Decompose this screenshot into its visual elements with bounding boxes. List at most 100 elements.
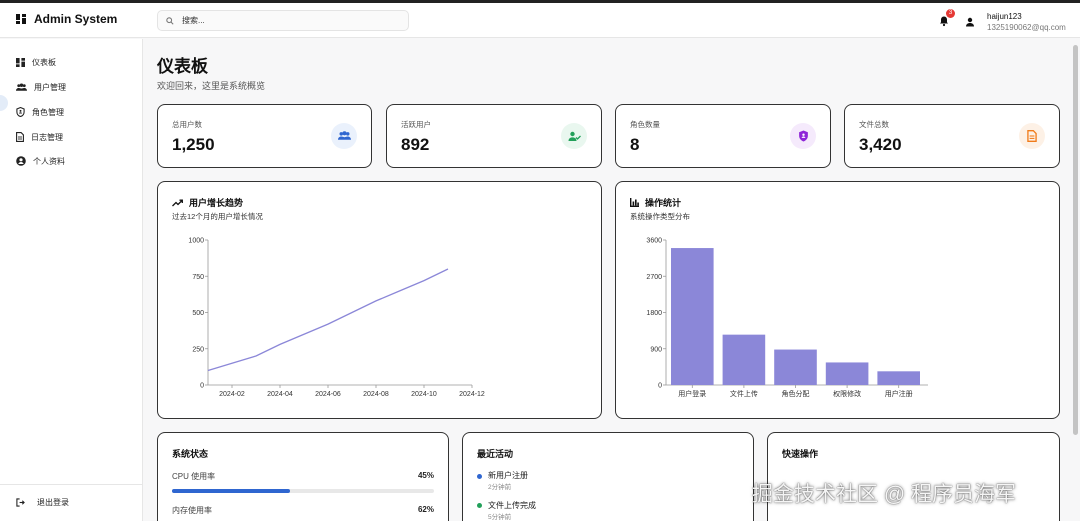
activity-time: 5分钟前 [488,514,512,521]
sidebar-item-label: 个人资料 [33,156,65,166]
sidebar-item-label: 用户管理 [34,82,66,92]
search-box[interactable] [157,10,409,31]
page-subtitle: 欢迎回来，这里是系统概览 [157,81,266,91]
file-icon [1027,130,1037,142]
watermark: 掘金技术社区 @ 程序员海军 [752,483,1016,506]
bar [877,371,920,385]
memory-label: 内存使用率 [172,506,212,515]
activity-dot [477,474,482,479]
sidebar-item-dashboard[interactable]: 仪表板 [16,54,56,70]
stat-label: 活跃用户 [401,120,431,129]
cpu-label: CPU 使用率 [172,472,216,481]
stat-value: 8 [630,135,640,154]
stat-icon-wrap [1019,123,1045,149]
y-tick-label: 2700 [646,274,662,281]
x-tick-label: 2024-04 [267,391,293,398]
x-tick-label: 用户登录 [678,389,706,398]
stat-card-total-users: 总用户数 1,250 [157,104,372,168]
stat-label: 文件总数 [859,120,889,129]
card-title-text: 最近活动 [477,449,514,459]
brand[interactable]: Admin System [16,12,117,26]
sidebar-divider [0,484,143,485]
ops-chart-card: 操作统计 系统操作类型分布 0 900 1800 2700 3600 用户登录 文件上传 角色… [615,181,1060,419]
y-tick-label: 1800 [646,310,662,317]
logout-button[interactable]: 退出登录 [16,494,69,510]
bar [722,334,766,385]
activity-title: 文件上传完成 [488,501,536,510]
stat-icon-wrap [790,123,816,149]
x-tick-label: 2024-08 [363,391,389,398]
sidebar-item-roles[interactable]: 角色管理 [16,104,64,120]
page-scrollbar[interactable] [1073,45,1078,435]
y-tick-label: 500 [192,310,204,317]
y-tick-label: 0 [200,383,204,390]
stat-card-active-users: 活跃用户 892 [386,104,602,168]
sidebar-toggle-ghost [0,95,8,111]
x-tick-label: 文件上传 [730,389,758,398]
sidebar-item-label: 仪表板 [32,57,56,67]
stat-label: 角色数量 [630,120,660,129]
profile-icon [16,156,26,166]
user-check-icon [568,131,581,141]
recent-activity-card: 最近活动 新用户注册 2分钟前 文件上传完成 5分钟前 [462,432,754,521]
y-tick-label: 900 [650,346,662,353]
sidebar-item-users[interactable]: 用户管理 [16,79,66,95]
search-input[interactable] [182,16,382,25]
app-title: Admin System [34,12,118,26]
user-email: 1325190062@qq.com [987,23,1066,32]
x-tick-label: 2024-12 [459,391,485,398]
cpu-progress [172,489,434,493]
memory-value: 62% [417,505,434,514]
dashboard-icon [16,57,25,67]
stat-value: 1,250 [172,135,215,154]
activity-title: 新用户注册 [488,471,528,480]
page-title: 仪表板 [157,57,208,76]
user-avatar-icon[interactable] [965,17,975,27]
activity-time: 2分钟前 [488,484,512,491]
dashboard-icon [16,14,26,24]
card-title-text: 快速操作 [782,449,819,459]
stat-value: 3,420 [859,135,902,154]
y-tick-label: 3600 [646,238,662,245]
x-tick-label: 权限修改 [833,389,861,398]
search-icon [166,16,174,25]
sidebar: 仪表板 用户管理 角色管理 日志管理 个人资料 退出登录 [0,39,143,521]
system-status-card: 系统状态 CPU 使用率 45% 内存使用率 62% [157,432,449,521]
stat-icon-wrap [561,123,587,149]
cpu-value: 45% [417,471,434,480]
card-title-text: 系统状态 [172,449,209,459]
users-icon [16,82,27,91]
card-title: 快速操作 [782,447,818,460]
activity-dot [477,503,482,508]
bar [825,362,869,385]
sidebar-item-label: 角色管理 [32,107,64,117]
x-tick-label: 2024-06 [315,391,341,398]
card-title: 系统状态 [172,447,208,460]
y-tick-label: 1000 [188,238,204,245]
top-header: Admin System 3 haijun123 1325190062@qq.c… [0,3,1080,38]
growth-chart-card: 用户增长趋势 过去12个月的用户增长情况 0 250 500 750 1000 2024-… [157,181,602,419]
stat-card-files: 文件总数 3,420 [844,104,1060,168]
growth-series-line [207,268,449,372]
shield-icon [16,107,25,117]
x-tick-label: 用户注册 [885,389,913,398]
x-tick-label: 2024-10 [411,391,437,398]
sidebar-item-logs[interactable]: 日志管理 [16,129,63,145]
stat-card-roles: 角色数量 8 [615,104,831,168]
y-tick-label: 0 [658,383,662,390]
user-name[interactable]: haijun123 [987,12,1022,21]
sidebar-item-profile[interactable]: 个人资料 [16,153,65,169]
cpu-progress-fill [172,489,290,493]
stat-value: 892 [401,135,430,154]
sidebar-item-label: 日志管理 [31,132,63,142]
bar-chart: 0 900 1800 2700 3600 用户登录 文件上传 角色分配 权限修改 用户注册 [646,238,928,398]
line-chart: 0 250 500 750 1000 2024-02 2024-04 2024-06 2024-… [188,238,485,399]
bar [671,248,714,385]
stat-icon-wrap [331,123,357,149]
y-tick-label: 250 [192,346,204,353]
x-tick-label: 角色分配 [782,389,810,398]
stat-label: 总用户数 [172,120,202,129]
x-tick-label: 2024-02 [219,391,245,398]
logout-icon [16,497,25,507]
shield-icon [798,130,808,142]
